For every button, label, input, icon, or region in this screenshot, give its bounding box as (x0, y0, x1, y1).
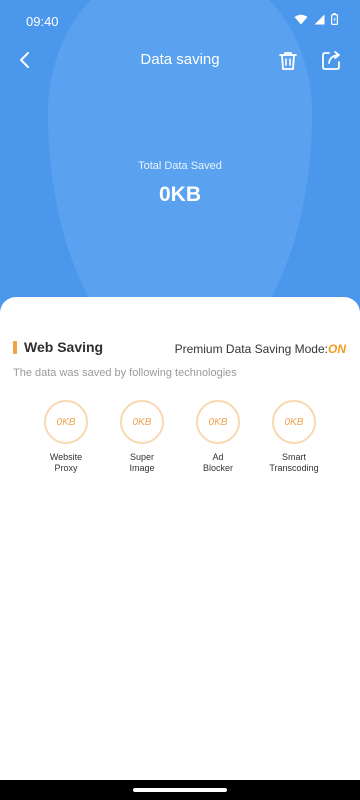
section-title: Web Saving (24, 339, 104, 355)
status-bar: 09:40 (0, 0, 360, 42)
section-subtitle: The data was saved by following technolo… (13, 367, 237, 379)
progress-ring: 0KB (196, 400, 240, 444)
tech-value: 0KB (284, 416, 304, 428)
home-gesture-handle[interactable] (133, 788, 227, 792)
tech-smart-transcoding: 0KB Smart Transcoding (256, 400, 332, 474)
tech-label: Super Image (129, 452, 155, 473)
page-title: Data saving (140, 51, 220, 68)
status-icons (294, 13, 338, 25)
share-button[interactable] (318, 46, 344, 74)
progress-ring: 0KB (44, 400, 88, 444)
technology-list: 0KB Website Proxy 0KB Super Image 0KB Ad… (0, 400, 360, 490)
tech-super-image: 0KB Super Image (104, 400, 180, 474)
wifi-icon (294, 14, 308, 24)
app-bar: Data saving (0, 42, 360, 78)
tech-label: Ad Blocker (202, 452, 233, 473)
tech-value: 0KB (132, 416, 152, 428)
signal-icon (314, 14, 325, 24)
premium-mode-status: Premium Data Saving Mode:ON (175, 342, 346, 356)
total-data-saved-label: Total Data Saved (138, 160, 222, 172)
tech-label: Website Proxy (49, 452, 83, 473)
tech-value: 0KB (208, 416, 228, 428)
total-data-saved-value: 0KB (158, 183, 201, 206)
web-saving-panel: Web Saving Premium Data Saving Mode:ON T… (0, 297, 360, 780)
section-marker (13, 341, 17, 354)
progress-ring: 0KB (272, 400, 316, 444)
tech-value: 0KB (56, 416, 76, 428)
premium-mode-label: Premium Data Saving Mode: (174, 342, 328, 356)
system-navigation-bar (0, 780, 360, 800)
progress-ring: 0KB (120, 400, 164, 444)
share-icon (322, 51, 340, 70)
delete-button[interactable] (276, 46, 300, 74)
tech-ad-blocker: 0KB Ad Blocker (180, 400, 256, 474)
tech-website-proxy: 0KB Website Proxy (28, 400, 104, 474)
battery-icon (331, 13, 338, 25)
tech-label: Smart Transcoding (269, 452, 319, 473)
status-time: 09:40 (26, 14, 59, 29)
trash-icon (279, 52, 297, 70)
premium-mode-state: ON (328, 342, 346, 356)
